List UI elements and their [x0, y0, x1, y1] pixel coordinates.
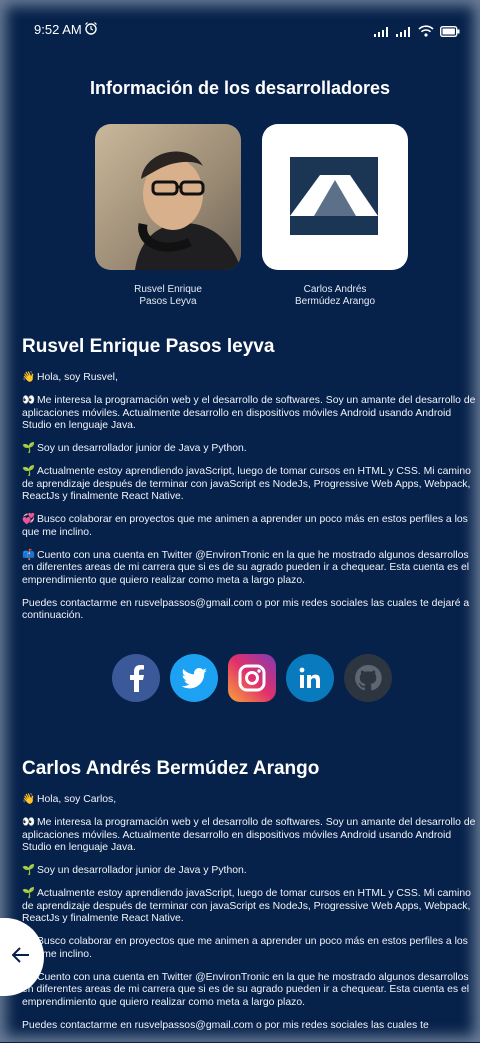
eyes-icon: 👀: [22, 395, 35, 407]
arrow-left-icon: [11, 946, 30, 968]
wifi-icon: [418, 24, 434, 42]
linkedin-icon[interactable]: [286, 654, 334, 702]
instagram-icon[interactable]: [228, 654, 276, 702]
developer-card-carlos[interactable]: Carlos Andrés Bermúdez Arango: [262, 124, 408, 308]
seedling-icon: 🌱: [22, 888, 35, 900]
signal-icon: [396, 24, 412, 42]
developer-name-line2: Pasos Leyva: [139, 296, 197, 307]
paragraph: 💞Busco colaborar en proyectos que me ani…: [22, 936, 468, 960]
seedling-icon: 🌱: [22, 443, 35, 455]
developer-section-rusvel: Rusvel Enrique Pasos leyva 👋 Hola, soy Ru…: [22, 336, 480, 633]
paragraph: 👋 Hola, soy Rusvel,: [22, 372, 118, 383]
status-bar: 9:52 AM: [0, 0, 480, 58]
paragraph: Puedes contactarme en rusvelpassos@gmail…: [22, 1019, 429, 1031]
paragraph: 📫Cuento con una cuenta en Twitter @Envir…: [22, 971, 470, 1008]
developer-name-line1: Rusvel Enrique: [134, 284, 202, 295]
paragraph: 👀 Me interesa la programación web y el de…: [22, 395, 476, 431]
seedling-icon: 🌱: [22, 865, 35, 877]
paragraph: 🌱 Soy un desarrollador junior de Java y P…: [22, 443, 247, 455]
mailbox-icon: 📫: [22, 549, 35, 561]
developer-logo: [262, 124, 408, 270]
status-time: 9:52 AM: [34, 22, 82, 37]
developer-name-line1: Carlos Andrés: [303, 284, 367, 295]
paragraph: 👀 Me interesa la programación web y el de…: [22, 817, 476, 853]
battery-icon: [439, 24, 460, 42]
paragraph: 📫Cuento con una cuenta en Twitter @Envir…: [22, 549, 470, 586]
facebook-icon[interactable]: [112, 654, 160, 702]
developer-name-line2: Bermúdez Arango: [294, 296, 376, 307]
page-title: Información de los desarrolladores: [89, 78, 391, 98]
developer-card-rusvel[interactable]: Rusvel Enrique Pasos Leyva: [95, 124, 241, 308]
waving-hand-icon: 👋: [22, 372, 35, 383]
section-heading: Carlos Andrés Bermúdez Arango: [22, 758, 320, 779]
paragraph: 💞Busco colaborar en proyectos que me ani…: [22, 514, 468, 538]
paragraph: 🌱 Actualmente estoy aprendiendo javaScrip…: [22, 888, 471, 925]
signal-icon: [374, 24, 390, 42]
paragraph: 🌱 Soy un desarrollador junior de Java y P…: [22, 865, 247, 877]
section-heading: Rusvel Enrique Pasos leyva: [22, 336, 275, 357]
developer-photo: [95, 124, 241, 270]
heart-icon: 💞: [22, 514, 35, 526]
paragraph: 🌱 Actualmente estoy aprendiendo javaScrip…: [22, 466, 471, 503]
eyes-icon: 👀: [22, 817, 35, 829]
app-screen: 9:52 AM Información de los desarrollador…: [0, 0, 480, 1042]
github-icon[interactable]: [344, 654, 392, 702]
twitter-icon[interactable]: [170, 654, 218, 702]
alarm-icon: [84, 21, 98, 40]
paragraph: Puedes contactarme en rusvelpassos@gmail…: [22, 597, 470, 622]
social-links: [112, 654, 392, 702]
seedling-icon: 🌱: [22, 466, 35, 478]
paragraph: 👋 Hola, soy Carlos,: [22, 794, 117, 805]
developer-section-carlos: Carlos Andrés Bermúdez Arango 👋 Hola, soy…: [22, 758, 480, 1043]
waving-hand-icon: 👋: [22, 794, 35, 805]
